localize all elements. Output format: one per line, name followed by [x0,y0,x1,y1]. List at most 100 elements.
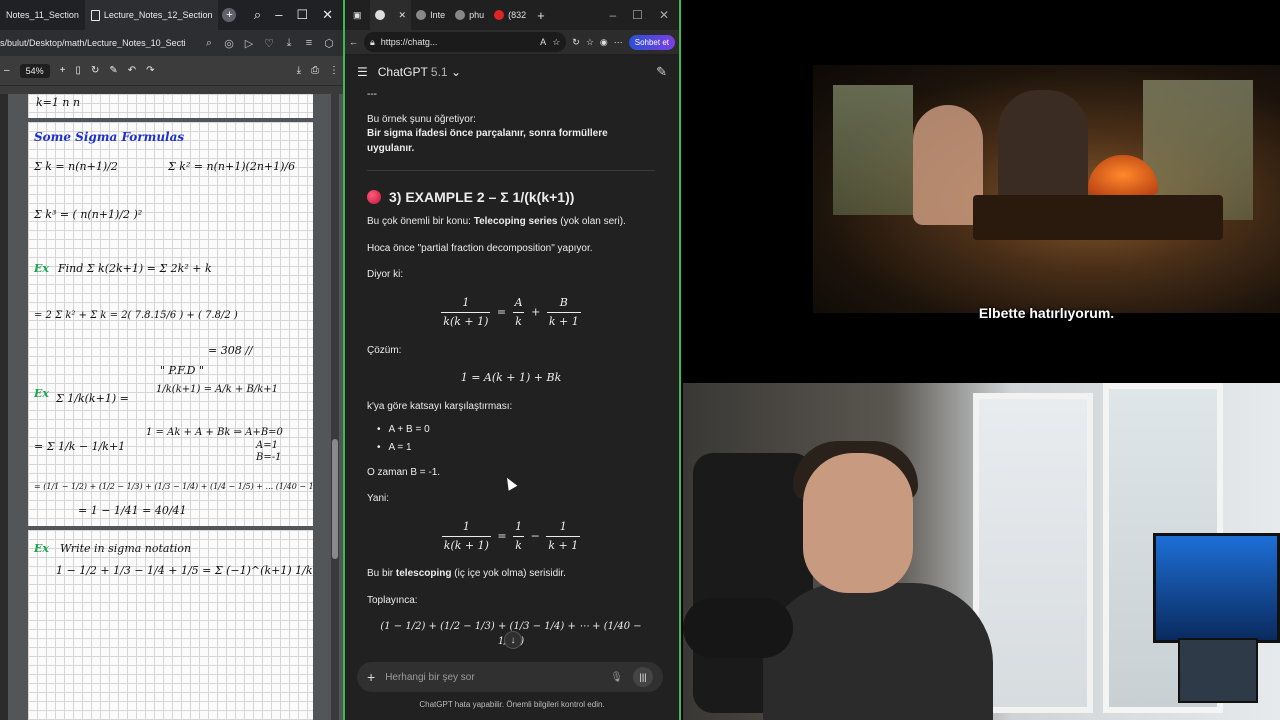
new-tab-icon[interactable]: + [531,8,551,23]
denominator: k + 1 [546,535,581,554]
handwritten-formula: B=-1 [256,452,282,463]
new-chat-icon[interactable]: ✎ [656,64,667,80]
new-tab-icon[interactable]: + [222,8,237,22]
pdf-tab-notes-12[interactable]: Lecture_Notes_12_Section [84,0,219,30]
scroll-down-icon[interactable]: ↓ [504,631,522,649]
tab-chatgpt[interactable]: ✕ [369,0,412,30]
thumbnail-strip [0,94,8,720]
handwritten-ex-label: Ex [34,542,49,555]
scrollbar-thumb[interactable] [332,439,338,559]
chevron-down-icon: ⌄ [450,65,462,79]
numerator: 1 [515,519,523,533]
play-icon[interactable]: ▷ [241,37,257,50]
profile-icon[interactable]: ◉ [600,37,608,48]
close-icon[interactable]: ✕ [659,8,669,22]
handwritten-formula: Σ k = n(n+1)/2 [34,160,118,173]
extension-icon[interactable]: ⬡ [321,37,337,50]
chatgpt-icon [374,10,385,20]
back-icon[interactable]: ← [349,37,358,47]
handwritten-formula: 1 = Ak + A + Bk ⇒ A+B=0 [146,427,283,438]
numerator: 1 [462,519,470,533]
pdf-page: Ex Write in sigma notation 1 − 1/2 + 1/3… [28,530,313,720]
denominator: k [513,311,524,330]
text: (yok olan seri). [557,216,626,228]
download-icon[interactable]: ⤓ [297,65,301,76]
message-paragraph: Hoca önce "partial fraction decompositio… [367,242,593,254]
chat-composer[interactable]: + Herhangi bir şey sor 🎙︎ ||| [357,662,663,692]
minimize-icon[interactable]: – [275,7,282,23]
menu-icon[interactable]: ≡ [301,37,317,49]
maximize-icon[interactable]: ☐ [632,8,643,22]
address-bar[interactable]: 🔒︎ https://chatg... A ☆ [364,32,567,52]
undo-icon[interactable]: ↶ [128,65,136,76]
pdf-browser-window: Notes_11_Section Lecture_Notes_12_Sectio… [0,0,343,720]
handwritten-formula: = 1 − 1/41 = 40/41 [78,504,187,517]
composer-input[interactable]: Herhangi bir şey sor [385,672,474,683]
pdf-tab-notes-11[interactable]: Notes_11_Section [0,0,85,30]
copilot-chat-button[interactable]: Sohbet et [628,34,675,50]
zoom-level[interactable]: 54% [19,63,50,78]
close-icon[interactable]: ✕ [322,7,333,23]
pdf-address-bar: s/bulut/Desktop/math/Lecture_Notes_10_Se… [0,30,343,56]
rotate-icon[interactable]: ↻ [91,65,99,76]
favorites-icon[interactable]: ☆ [586,37,594,48]
red-circle-icon [367,190,381,205]
handwritten-formula: Find Σ k(2k+1) = Σ 2k² + k [58,262,212,275]
section-heading: 3) EXAMPLE 2 – Σ 1/(k(k+1)) [367,187,655,207]
refresh-icon[interactable]: ↻ [572,37,580,48]
print-icon[interactable]: ⎙ [311,65,319,76]
fit-page-icon[interactable]: ▯ [75,65,81,76]
read-aloud-icon[interactable]: A [540,37,546,47]
heading-text: 3) EXAMPLE 2 – Σ 1/(k(k+1)) [389,189,575,205]
microphone-icon[interactable]: 🎙︎ [610,672,623,683]
close-icon[interactable]: ✕ [399,10,407,21]
edge-tab-strip: ▣ ✕ Inte phu (832 + – ☐ ✕ [345,0,679,30]
address-text[interactable]: https://chatg... [381,37,438,47]
pdf-scrollbar[interactable] [331,94,339,720]
bold-text: telescoping [395,568,452,580]
more-icon[interactable]: ⋮ [329,65,339,76]
disclaimer-text: ChatGPT hata yapabilir. Önemli bilgileri… [419,700,605,709]
handwritten-text: k=1 n n [36,96,81,109]
text: Bu çok önemli bir konu: [367,216,474,228]
screenshot-icon[interactable]: ◎ [221,37,237,50]
handwritten-formula: Σ k³ = ( n(n+1)/2 )² [34,208,143,221]
zoom-out-icon[interactable]: – [4,65,10,76]
numerator: A [514,295,523,309]
bullet-list: A + B = 0 A = 1 [377,423,655,456]
address-input[interactable]: s/bulut/Desktop/math/Lecture_Notes_10_Se… [0,38,197,48]
search-icon[interactable]: ⌕ [201,37,217,50]
favorite-icon[interactable]: ☆ [552,37,560,48]
maximize-icon[interactable]: ☐ [296,7,308,23]
search-icon[interactable]: ⌕ [254,7,261,23]
chat-message: --- Bu örnek şunu öğretiyor: Bir sigma i… [367,88,655,648]
zoom-in-icon[interactable]: + [60,65,66,76]
tab-phu[interactable]: phu [450,0,489,30]
handwritten-formula: 1/k(k+1) = A/k + B/k+1 [156,384,279,395]
pdf-tab-label: Notes_11_Section [6,10,79,20]
sidebar-toggle-icon[interactable]: ☰ [357,65,368,79]
tab-youtube[interactable]: (832 [489,0,531,30]
tab-actions-icon[interactable]: ▣ [345,10,370,21]
text: (iç içe yok olma) serisidir. [451,568,566,580]
plus-icon[interactable]: + [367,669,375,685]
more-icon[interactable]: ⋯ [614,37,623,48]
dashes: --- [367,89,377,100]
tab-label: Inte [430,10,446,20]
download-icon[interactable]: ⤓ [281,37,297,50]
tab-inte[interactable]: Inte [411,0,450,30]
voice-mode-icon[interactable]: ||| [633,667,653,687]
webcam-feed [683,383,1280,720]
list-item: A + B = 0 [377,423,655,438]
denominator: k + 1 [546,311,581,330]
heart-icon[interactable]: ♡ [261,37,277,50]
movie-frame [813,65,1280,313]
draw-icon[interactable]: ✎ [109,65,117,76]
video-player[interactable]: Elbette hatırlıyorum. [683,0,1280,383]
handwritten-formula: = 2 Σ k² + Σ k = 2( 7.8.15/6 ) + ( 7.8/2… [34,310,238,321]
model-selector[interactable]: ChatGPT 5.1 ⌄ [378,65,461,79]
minimize-icon[interactable]: – [609,8,616,22]
tab-label: phu [469,10,485,20]
chatgpt-icon [455,10,466,20]
redo-icon[interactable]: ↷ [146,65,154,76]
